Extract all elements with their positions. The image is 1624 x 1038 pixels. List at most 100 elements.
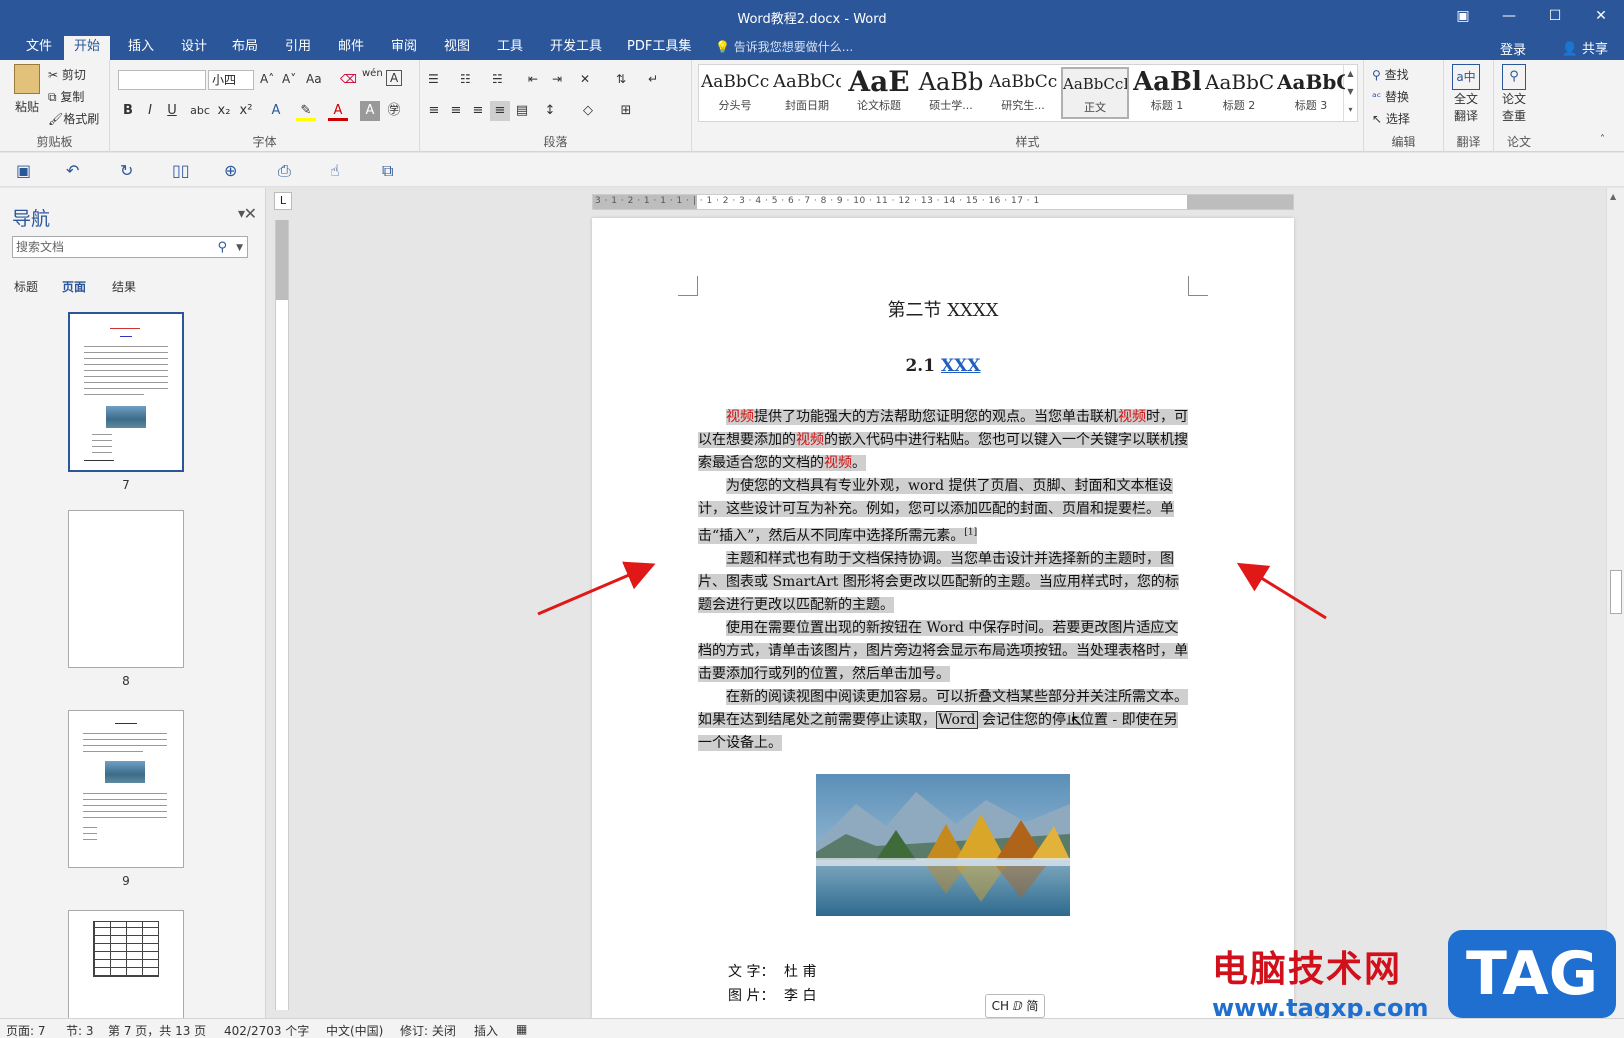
justify-icon[interactable]: ≡ bbox=[490, 101, 510, 121]
tab-3[interactable]: 设计 bbox=[171, 36, 217, 60]
line-spacing-icon[interactable]: ↕ bbox=[540, 101, 560, 121]
tab-2[interactable]: 插入 bbox=[118, 36, 164, 60]
tell-me-box[interactable]: 💡 告诉我您想要做什么... bbox=[715, 38, 853, 55]
tab-11[interactable]: PDF工具集 bbox=[617, 36, 701, 60]
read-mode-icon[interactable]: ▯▯ bbox=[172, 161, 190, 180]
scroll-thumb[interactable] bbox=[1610, 570, 1622, 614]
subscript-button[interactable]: x₂ bbox=[214, 101, 234, 121]
clear-format-icon[interactable]: ⌫ bbox=[340, 72, 357, 86]
select-button[interactable]: ↖ 选择 bbox=[1372, 110, 1410, 127]
page-thumbnail-9[interactable] bbox=[68, 710, 184, 868]
style-item[interactable]: AaE 论文标题 bbox=[845, 67, 913, 119]
status-insert-mode[interactable]: 插入 bbox=[474, 1022, 498, 1038]
cut-button[interactable]: ✂ 剪切 bbox=[48, 66, 86, 83]
align-left-icon[interactable]: ≡ bbox=[424, 101, 444, 121]
nav-tab-headings[interactable]: 标题 bbox=[14, 278, 38, 295]
status-language[interactable]: 中文(中国) bbox=[326, 1022, 383, 1038]
web-layout-icon[interactable]: ⊕ bbox=[224, 161, 237, 180]
character-border-icon[interactable]: A bbox=[386, 70, 403, 86]
highlight-icon[interactable]: ✎ bbox=[296, 101, 316, 121]
format-painter-button[interactable]: 🖌格式刷 bbox=[48, 110, 99, 127]
style-item[interactable]: AaBb 硕士学... bbox=[917, 67, 985, 119]
print-preview-icon[interactable]: ⎙ bbox=[278, 161, 291, 181]
tab-selector[interactable]: L bbox=[274, 192, 292, 210]
sub-heading-link[interactable]: XXX bbox=[941, 356, 981, 376]
status-words[interactable]: 402/2703 个字 bbox=[224, 1022, 309, 1038]
gallery-scroll[interactable]: ▲ ▼ ▾ bbox=[1343, 65, 1357, 121]
footnote-ref[interactable]: [1] bbox=[964, 527, 977, 537]
close-button[interactable]: ✕ bbox=[1578, 0, 1624, 32]
paste-button[interactable]: 粘贴 bbox=[10, 64, 44, 115]
undo-icon[interactable]: ↶ bbox=[66, 161, 79, 180]
status-section[interactable]: 节: 3 bbox=[66, 1022, 94, 1038]
style-item[interactable]: AaBbC 标题 2 bbox=[1205, 67, 1273, 119]
font-color-icon[interactable]: A bbox=[328, 101, 348, 121]
collapse-ribbon-icon[interactable]: ˄ bbox=[1600, 134, 1605, 145]
align-center-icon[interactable]: ≡ bbox=[446, 101, 466, 121]
chevron-down-icon[interactable]: ▼ bbox=[236, 238, 243, 258]
text-effects-icon[interactable]: A bbox=[266, 101, 286, 121]
borders-icon[interactable]: ⊞ bbox=[616, 101, 636, 121]
style-item[interactable]: AaBl 标题 1 bbox=[1133, 67, 1201, 119]
status-pages[interactable]: 第 7 页，共 13 页 bbox=[108, 1022, 206, 1038]
full-translate-button[interactable]: a中 全文 翻译 bbox=[1452, 64, 1480, 124]
superscript-button[interactable]: x² bbox=[236, 101, 256, 121]
status-page[interactable]: 页面: 7 bbox=[6, 1022, 46, 1038]
tab-4[interactable]: 布局 bbox=[222, 36, 268, 60]
sort-icon[interactable]: ⇅ bbox=[616, 72, 626, 86]
phonetic-guide-button[interactable]: wén bbox=[362, 68, 383, 79]
find-button[interactable]: ⚲ 查找 bbox=[1372, 66, 1409, 83]
horizontal-ruler[interactable]: 3 · 1 · 2 · 1 · 1 · 1 · | · 1 · 2 · 3 · … bbox=[592, 194, 1294, 210]
page-thumbnail-7[interactable] bbox=[68, 312, 184, 472]
shading-icon[interactable]: ◇ bbox=[578, 101, 598, 121]
share-button[interactable]: 👤 共享 bbox=[1562, 38, 1608, 57]
change-case-button[interactable]: Aa bbox=[306, 72, 322, 86]
page-thumbnail-8[interactable] bbox=[68, 510, 184, 668]
macro-icon[interactable]: ▦ bbox=[516, 1022, 527, 1036]
copy-button[interactable]: ⧉ 复制 bbox=[48, 88, 84, 105]
align-right-icon[interactable]: ≡ bbox=[468, 101, 488, 121]
ime-indicator[interactable]: CH ⅅ 简 bbox=[985, 994, 1045, 1018]
redo-icon[interactable]: ↻ bbox=[120, 161, 133, 180]
increase-indent-icon[interactable]: ⇥ bbox=[552, 72, 562, 86]
page-thumbnail-10[interactable] bbox=[68, 910, 184, 1018]
body-text[interactable]: 视频提供了功能强大的方法帮助您证明您的观点。当您单击联机视频时，可以在想要添加的… bbox=[698, 406, 1190, 755]
tab-5[interactable]: 引用 bbox=[275, 36, 321, 60]
paper-check-button[interactable]: ⚲ 论文 查重 bbox=[1502, 64, 1526, 124]
ribbon-display-icon[interactable]: ▣ bbox=[1440, 0, 1486, 32]
tab-8[interactable]: 视图 bbox=[434, 36, 480, 60]
lake-image[interactable] bbox=[816, 774, 1070, 916]
scroll-up-icon[interactable]: ▲ bbox=[1610, 192, 1616, 201]
document-page[interactable]: 第二节 XXXX 2.1 XXX 视频提供了功能强大的方法帮助您证明您的观点。当… bbox=[592, 218, 1294, 1018]
tab-6[interactable]: 邮件 bbox=[328, 36, 374, 60]
nav-search-input[interactable]: 搜索文档 ⚲ ▼ bbox=[12, 236, 248, 258]
grow-font-icon[interactable]: A˄ bbox=[260, 72, 274, 86]
style-item[interactable]: AaBbCc 研究生... bbox=[989, 67, 1057, 119]
search-icon[interactable]: ⚲ bbox=[217, 238, 227, 258]
enclose-character-icon[interactable]: ㊫ bbox=[384, 101, 404, 121]
save-icon[interactable]: ▣ bbox=[16, 161, 31, 180]
bold-button[interactable]: B bbox=[118, 101, 138, 121]
italic-button[interactable]: I bbox=[140, 101, 160, 121]
customize-qat-icon[interactable]: ⧉ bbox=[382, 161, 393, 181]
tab-7[interactable]: 审阅 bbox=[381, 36, 427, 60]
minimize-button[interactable]: — bbox=[1486, 0, 1532, 32]
font-size-select[interactable]: 小四 bbox=[208, 70, 254, 90]
nav-close-icon[interactable]: ✕ bbox=[244, 204, 257, 223]
character-shading-icon[interactable]: A bbox=[360, 101, 380, 121]
style-item[interactable]: AaBbCc 分头号 bbox=[701, 67, 769, 119]
touch-mode-icon[interactable]: ☝ bbox=[330, 161, 340, 180]
font-name-select[interactable] bbox=[118, 70, 206, 90]
login-link[interactable]: 登录 bbox=[1500, 39, 1526, 58]
tab-10[interactable]: 开发工具 bbox=[540, 36, 612, 60]
nav-tab-results[interactable]: 结果 bbox=[112, 278, 136, 295]
shrink-font-icon[interactable]: A˅ bbox=[282, 72, 296, 86]
underline-button[interactable]: U bbox=[162, 101, 182, 121]
style-item[interactable]: AaBbCcI 正文 bbox=[1061, 67, 1129, 119]
nav-tab-pages[interactable]: 页面 bbox=[62, 278, 86, 295]
status-track-changes[interactable]: 修订: 关闭 bbox=[400, 1022, 456, 1038]
style-item[interactable]: AaBbCc 封面日期 bbox=[773, 67, 841, 119]
decrease-indent-icon[interactable]: ⇤ bbox=[528, 72, 538, 86]
numbering-icon[interactable]: ☷ bbox=[460, 72, 471, 86]
replace-button[interactable]: ᵃᶜ 替换 bbox=[1372, 88, 1409, 105]
